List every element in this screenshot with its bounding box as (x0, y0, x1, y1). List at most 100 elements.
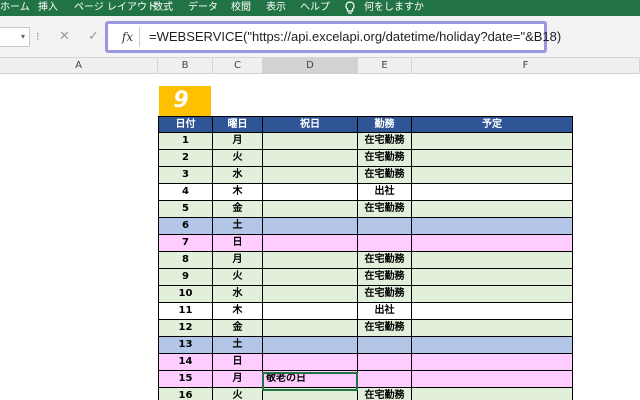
date-cell[interactable]: 8 (159, 252, 213, 268)
header-holiday[interactable]: 祝日 (263, 117, 358, 132)
plan-cell[interactable] (412, 388, 572, 400)
work-cell[interactable] (358, 218, 412, 234)
plan-cell[interactable] (412, 184, 572, 200)
work-cell[interactable] (358, 354, 412, 370)
date-cell[interactable]: 5 (159, 201, 213, 217)
plan-cell[interactable] (412, 252, 572, 268)
tab-data[interactable]: データ (188, 1, 218, 15)
month-title-cell[interactable]: 9 (159, 86, 211, 116)
date-cell[interactable]: 16 (159, 388, 213, 400)
tell-me-search[interactable]: 何をしますか (364, 1, 424, 15)
column-header-e[interactable]: E (358, 58, 412, 74)
plan-cell[interactable] (412, 133, 572, 149)
insert-function-button[interactable]: fx (116, 27, 140, 47)
date-cell[interactable]: 6 (159, 218, 213, 234)
work-cell[interactable]: 在宅勤務 (358, 269, 412, 285)
plan-cell[interactable] (412, 235, 572, 251)
column-header-b[interactable]: B (158, 58, 213, 74)
holiday-cell[interactable] (263, 388, 358, 400)
holiday-cell[interactable] (263, 201, 358, 217)
date-cell[interactable]: 10 (159, 286, 213, 302)
date-cell[interactable]: 14 (159, 354, 213, 370)
holiday-cell[interactable] (263, 252, 358, 268)
holiday-cell[interactable] (263, 184, 358, 200)
date-cell[interactable]: 3 (159, 167, 213, 183)
date-cell[interactable]: 13 (159, 337, 213, 353)
work-cell[interactable]: 在宅勤務 (358, 150, 412, 166)
weekday-cell[interactable]: 日 (213, 235, 263, 251)
date-cell[interactable]: 9 (159, 269, 213, 285)
weekday-cell[interactable]: 水 (213, 167, 263, 183)
header-weekday[interactable]: 曜日 (213, 117, 263, 132)
plan-cell[interactable] (412, 269, 572, 285)
tab-formulas[interactable]: 数式 (153, 1, 173, 15)
weekday-cell[interactable]: 火 (213, 269, 263, 285)
plan-cell[interactable] (412, 150, 572, 166)
tab-view[interactable]: 表示 (266, 1, 286, 15)
plan-cell[interactable] (412, 201, 572, 217)
weekday-cell[interactable]: 金 (213, 201, 263, 217)
weekday-cell[interactable]: 木 (213, 184, 263, 200)
tab-help[interactable]: ヘルプ (300, 1, 330, 15)
plan-cell[interactable] (412, 286, 572, 302)
plan-cell[interactable] (412, 371, 572, 387)
date-cell[interactable]: 11 (159, 303, 213, 319)
cancel-icon[interactable]: ✕ (59, 28, 70, 46)
work-cell[interactable]: 在宅勤務 (358, 286, 412, 302)
name-box[interactable]: ▾ (0, 27, 30, 47)
weekday-cell[interactable]: 土 (213, 218, 263, 234)
holiday-cell[interactable] (263, 133, 358, 149)
holiday-cell[interactable] (263, 150, 358, 166)
header-plan[interactable]: 予定 (412, 117, 572, 132)
date-cell[interactable]: 7 (159, 235, 213, 251)
holiday-cell[interactable]: 敬老の日 (263, 371, 358, 387)
chevron-down-icon[interactable]: ▾ (21, 33, 25, 41)
date-cell[interactable]: 4 (159, 184, 213, 200)
work-cell[interactable]: 在宅勤務 (358, 201, 412, 217)
holiday-cell[interactable] (263, 269, 358, 285)
header-date[interactable]: 日付 (159, 117, 213, 132)
header-work[interactable]: 勤務 (358, 117, 412, 132)
date-cell[interactable]: 15 (159, 371, 213, 387)
weekday-cell[interactable]: 土 (213, 337, 263, 353)
column-header-a[interactable]: A (0, 58, 158, 74)
weekday-cell[interactable]: 月 (213, 371, 263, 387)
column-header-d[interactable]: D (263, 58, 358, 74)
holiday-cell[interactable] (263, 167, 358, 183)
weekday-cell[interactable]: 月 (213, 252, 263, 268)
weekday-cell[interactable]: 水 (213, 286, 263, 302)
tab-insert[interactable]: 挿入 (38, 1, 58, 15)
work-cell[interactable]: 出社 (358, 303, 412, 319)
more-options-icon[interactable]: ⁝ (36, 28, 40, 46)
work-cell[interactable] (358, 235, 412, 251)
work-cell[interactable]: 在宅勤務 (358, 133, 412, 149)
weekday-cell[interactable]: 火 (213, 388, 263, 400)
plan-cell[interactable] (412, 167, 572, 183)
weekday-cell[interactable]: 日 (213, 354, 263, 370)
plan-cell[interactable] (412, 337, 572, 353)
plan-cell[interactable] (412, 354, 572, 370)
plan-cell[interactable] (412, 303, 572, 319)
holiday-cell[interactable] (263, 303, 358, 319)
weekday-cell[interactable]: 火 (213, 150, 263, 166)
column-header-f[interactable]: F (412, 58, 640, 74)
holiday-cell[interactable] (263, 320, 358, 336)
plan-cell[interactable] (412, 218, 572, 234)
work-cell[interactable]: 在宅勤務 (358, 388, 412, 400)
formula-input[interactable]: =WEBSERVICE("https://api.excelapi.org/da… (149, 27, 561, 47)
work-cell[interactable]: 在宅勤務 (358, 167, 412, 183)
work-cell[interactable] (358, 337, 412, 353)
weekday-cell[interactable]: 月 (213, 133, 263, 149)
holiday-cell[interactable] (263, 218, 358, 234)
weekday-cell[interactable]: 金 (213, 320, 263, 336)
work-cell[interactable]: 出社 (358, 184, 412, 200)
plan-cell[interactable] (412, 320, 572, 336)
tab-page-layout[interactable]: ページ レイアウト (74, 1, 157, 15)
holiday-cell[interactable] (263, 235, 358, 251)
date-cell[interactable]: 2 (159, 150, 213, 166)
column-header-c[interactable]: C (213, 58, 263, 74)
holiday-cell[interactable] (263, 354, 358, 370)
work-cell[interactable] (358, 371, 412, 387)
holiday-cell[interactable] (263, 337, 358, 353)
enter-check-icon[interactable]: ✓ (88, 28, 99, 46)
